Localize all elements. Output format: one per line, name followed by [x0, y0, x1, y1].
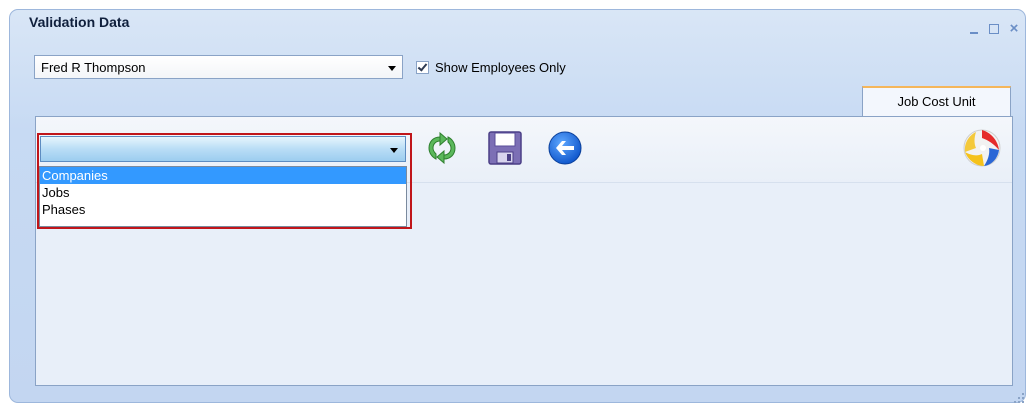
maximize-icon[interactable] [988, 23, 1000, 35]
option-jobs[interactable]: Jobs [40, 184, 406, 201]
tab-job-cost-unit[interactable]: Job Cost Unit [862, 86, 1011, 116]
option-companies[interactable]: Companies [40, 167, 406, 184]
show-employees-only-label: Show Employees Only [435, 60, 566, 75]
option-phases[interactable]: Phases [40, 201, 406, 218]
show-employees-only-checkbox[interactable] [416, 61, 429, 74]
chevron-down-icon[interactable] [390, 148, 398, 153]
minimize-icon[interactable] [968, 23, 980, 35]
resize-grip-icon[interactable] [1014, 393, 1024, 403]
window-title: Validation Data [29, 14, 130, 30]
refresh-icon[interactable] [424, 130, 460, 166]
employee-select-value: Fred R Thompson [41, 60, 146, 75]
show-employees-only-toggle[interactable]: Show Employees Only [416, 60, 566, 75]
save-icon[interactable] [487, 130, 523, 166]
chevron-down-icon[interactable] [388, 66, 396, 71]
employee-select[interactable]: Fred R Thompson [34, 55, 403, 79]
back-arrow-icon[interactable] [547, 130, 583, 166]
validation-type-dropdown-list: Companies Jobs Phases [39, 166, 407, 227]
close-icon[interactable]: × [1008, 21, 1020, 36]
beach-ball-icon[interactable] [962, 128, 1002, 168]
window-controls: × [968, 21, 1020, 36]
validation-type-select[interactable] [40, 136, 406, 162]
